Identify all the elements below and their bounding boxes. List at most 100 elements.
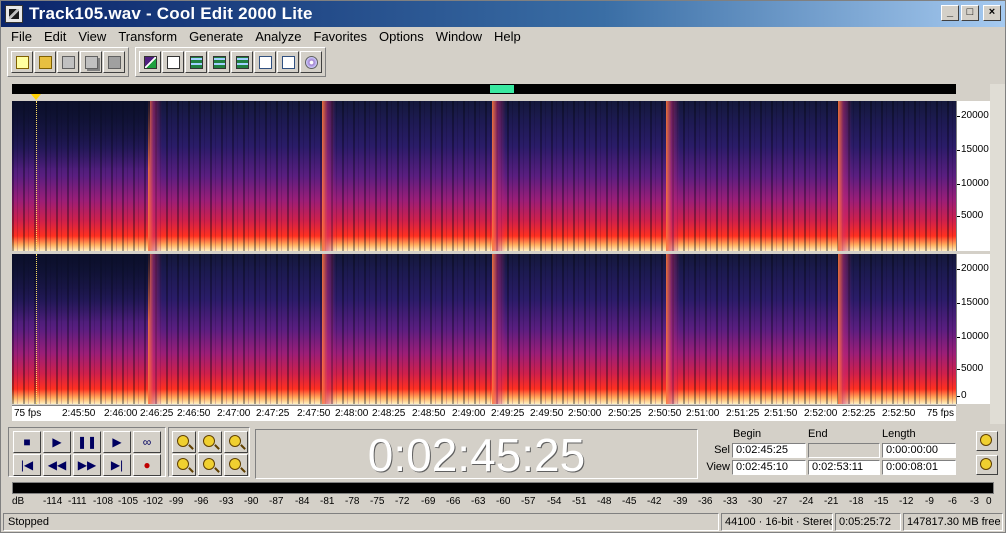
zoom-in-icon: [980, 458, 992, 470]
time-tick: 2:46:25: [140, 408, 174, 419]
stop-button[interactable]: ■: [13, 431, 41, 453]
grid-button-2[interactable]: [208, 51, 230, 73]
zoom-full-icon: [229, 435, 241, 447]
play-button[interactable]: ▶: [43, 431, 71, 453]
save-all-icon: [108, 56, 121, 69]
view-end-field[interactable]: 0:02:53:11: [808, 460, 880, 475]
db-tick: 0: [986, 496, 992, 507]
close-button[interactable]: ×: [983, 5, 1001, 21]
menu-favorites[interactable]: Favorites: [308, 29, 373, 44]
status-duration: 0:05:25:72: [835, 513, 901, 531]
current-time: 0:02:45:25: [367, 429, 586, 481]
db-tick: -75: [370, 496, 385, 507]
zoom-left-icon: [203, 458, 215, 470]
new-file-button[interactable]: [11, 51, 33, 73]
freq-label: 15000: [957, 297, 989, 308]
cursor-line: [36, 254, 37, 404]
document-p-button[interactable]: [277, 51, 299, 73]
grid-button-3[interactable]: [231, 51, 253, 73]
db-tick: -63: [471, 496, 486, 507]
open-file-button[interactable]: [34, 51, 56, 73]
db-tick: -24: [799, 496, 814, 507]
db-tick: -60: [496, 496, 511, 507]
db-tick: -69: [421, 496, 436, 507]
time-tick: 2:46:00: [104, 408, 138, 419]
zoom-full-button[interactable]: [224, 431, 248, 453]
db-tick: -99: [169, 496, 184, 507]
overview-scrollbar[interactable]: [12, 84, 956, 94]
zoom-out-button[interactable]: [198, 431, 222, 453]
view-begin-field[interactable]: 0:02:45:10: [732, 460, 806, 475]
app-icon[interactable]: [5, 5, 23, 23]
time-ruler[interactable]: 75 fps 2:45:50 2:46:00 2:46:25 2:46:50 2…: [12, 405, 956, 421]
view-length-field[interactable]: 0:00:08:01: [882, 460, 956, 475]
menu-transform[interactable]: Transform: [112, 29, 183, 44]
fast-forward-button[interactable]: ▶▶: [73, 454, 101, 476]
document-p-icon: [282, 56, 295, 69]
menu-file[interactable]: File: [5, 29, 38, 44]
menu-analyze[interactable]: Analyze: [249, 29, 307, 44]
db-tick: -15: [874, 496, 889, 507]
cd-icon: [305, 56, 318, 69]
db-tick: -48: [597, 496, 612, 507]
sel-end-field[interactable]: [808, 443, 880, 458]
maximize-button[interactable]: □: [961, 5, 979, 21]
zoom-in-button[interactable]: [172, 431, 196, 453]
sel-length-field[interactable]: 0:00:00:00: [882, 443, 956, 458]
cd-button[interactable]: [300, 51, 322, 73]
sel-begin-field[interactable]: 0:02:45:25: [732, 443, 806, 458]
time-ruler-fps-right: 75 fps: [926, 408, 954, 419]
zoom-selection-button[interactable]: [172, 454, 196, 476]
vertical-scrollbar[interactable]: [990, 84, 1005, 424]
menu-options[interactable]: Options: [373, 29, 430, 44]
go-to-beginning-button[interactable]: |◀: [13, 454, 41, 476]
vertical-zoom-out-button[interactable]: [976, 431, 998, 451]
transient: [322, 101, 336, 251]
db-tick: -42: [647, 496, 662, 507]
menu-window[interactable]: Window: [430, 29, 488, 44]
spectrogram-right-channel[interactable]: [12, 254, 956, 404]
pause-button[interactable]: ❚❚: [73, 431, 101, 453]
grid-button-1[interactable]: [185, 51, 207, 73]
time-tick: 2:49:50: [530, 408, 564, 419]
playhead-marker[interactable]: [31, 94, 41, 100]
db-tick: -3: [970, 496, 979, 507]
freq-label: 0: [957, 390, 967, 401]
document-icon: [259, 56, 272, 69]
document-button[interactable]: [254, 51, 276, 73]
zoom-left-button[interactable]: [198, 454, 222, 476]
save-as-button[interactable]: [80, 51, 102, 73]
menu-generate[interactable]: Generate: [183, 29, 249, 44]
checkbox-button[interactable]: [162, 51, 184, 73]
record-button[interactable]: ●: [133, 454, 161, 476]
play-to-end-button[interactable]: ▶: [103, 431, 131, 453]
save-all-button[interactable]: [103, 51, 125, 73]
title-bar[interactable]: Track105.wav - Cool Edit 2000 Lite _ □ ×: [1, 1, 1005, 27]
time-tick: 2:47:50: [297, 408, 331, 419]
menu-help[interactable]: Help: [488, 29, 527, 44]
sel-label: Sel: [714, 444, 730, 456]
rewind-button[interactable]: ◀◀: [43, 454, 71, 476]
time-display: 0:02:45:25: [255, 429, 698, 481]
loop-button[interactable]: ∞: [133, 431, 161, 453]
db-tick: -78: [345, 496, 360, 507]
spectrogram-left-channel[interactable]: [12, 101, 956, 251]
go-to-end-button[interactable]: ▶|: [103, 454, 131, 476]
zoom-right-button[interactable]: [224, 454, 248, 476]
save-button[interactable]: [57, 51, 79, 73]
status-bar: Stopped 44100 · 16-bit · Stereo 0:05:25:…: [1, 512, 1005, 532]
db-tick: -108: [93, 496, 114, 507]
menu-edit[interactable]: Edit: [38, 29, 72, 44]
db-tick: -93: [219, 496, 234, 507]
minimize-button[interactable]: _: [941, 5, 959, 21]
time-tick: 2:52:25: [842, 408, 876, 419]
zoom-right-icon: [229, 458, 241, 470]
spectral-view-button[interactable]: [139, 51, 161, 73]
menu-view[interactable]: View: [72, 29, 112, 44]
time-tick: 2:48:50: [412, 408, 446, 419]
db-tick: -87: [269, 496, 284, 507]
quiet-region: [12, 101, 150, 169]
overview-thumb[interactable]: [490, 85, 514, 93]
vertical-zoom-in-button[interactable]: [976, 455, 998, 475]
view-label: View: [706, 461, 730, 473]
